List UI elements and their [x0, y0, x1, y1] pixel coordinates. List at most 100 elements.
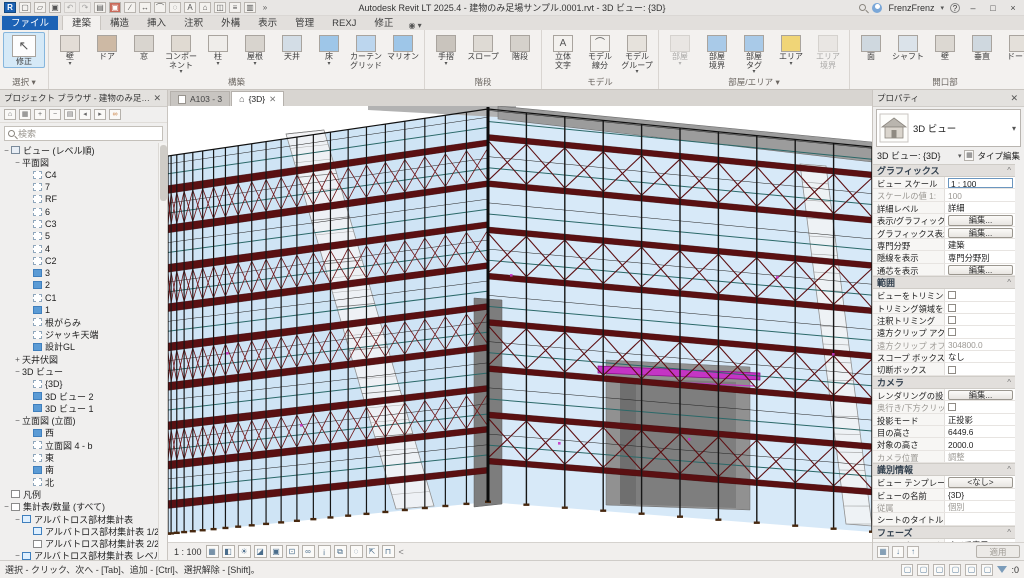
project-browser-title[interactable]: プロジェクト ブラウザ - 建物のみ足場サンプル.0001.rvt ✕ — [0, 90, 167, 107]
user-avatar-icon[interactable] — [872, 3, 882, 13]
temporary-hide-isolate-icon[interactable]: ∞ — [302, 545, 315, 558]
property-value[interactable]: なし — [945, 351, 1015, 362]
tree-item[interactable]: −アルバトロス部材集計表 — [0, 513, 167, 525]
tree-item[interactable]: −3D ビュー — [0, 365, 167, 377]
modify-options-icon[interactable]: ◉ ▾ — [408, 21, 421, 30]
collapse-icon[interactable]: ^ — [1007, 465, 1011, 474]
select-underlay-icon[interactable]: ▢ — [917, 564, 929, 576]
crop-view-icon[interactable]: ▣ — [270, 545, 283, 558]
ribbon-button-窓[interactable]: 窓 — [126, 32, 162, 63]
forward-icon[interactable]: ▸ — [94, 109, 106, 120]
tree-expander-icon[interactable]: − — [13, 367, 22, 376]
default-3d-view-icon[interactable]: ⌂ — [199, 2, 211, 13]
checkbox[interactable] — [948, 316, 956, 324]
view-control-collapse[interactable]: < — [399, 547, 404, 557]
tree-item[interactable]: 3D ビュー 2 — [0, 390, 167, 402]
open-icon[interactable]: ▱ — [34, 2, 46, 13]
collapse-icon[interactable]: ^ — [1007, 166, 1011, 175]
property-value[interactable]: 詳細 — [945, 202, 1015, 213]
user-name[interactable]: FrenzFrenz — [888, 3, 934, 13]
tab-挿入[interactable]: 挿入 — [138, 14, 175, 30]
tree-item[interactable]: 西 — [0, 427, 167, 439]
transfer-icon[interactable]: ▣ — [109, 2, 121, 13]
back-icon[interactable]: ◂ — [79, 109, 91, 120]
tree-item[interactable]: 2 — [0, 279, 167, 291]
views-icon[interactable]: ▦ — [19, 109, 31, 120]
ribbon-button-立体文字[interactable]: A立体 文字 — [545, 32, 581, 71]
browser-scrollbar[interactable] — [158, 143, 167, 560]
select-pinned-icon[interactable]: ▢ — [933, 564, 945, 576]
ribbon-button-床[interactable]: 床▾ — [311, 32, 347, 68]
property-value[interactable]: 調整 — [945, 451, 1015, 462]
shadows-icon[interactable]: ◪ — [254, 545, 267, 558]
tab-表示[interactable]: 表示 — [249, 14, 286, 30]
checkbox[interactable] — [948, 328, 956, 336]
tree-expander-icon[interactable]: + — [13, 355, 22, 364]
help-icon[interactable]: ? — [950, 3, 960, 13]
tree-item[interactable]: 3D ビュー 1 — [0, 402, 167, 414]
section-header-グラフィックス[interactable]: グラフィックス^ — [873, 164, 1015, 177]
collapse-icon[interactable]: ^ — [1007, 378, 1011, 387]
collapse-icon[interactable]: ^ — [1007, 528, 1011, 537]
section-header-フェーズ[interactable]: フェーズ^ — [873, 526, 1015, 539]
ribbon-button-垂直[interactable]: 垂直 — [964, 32, 1000, 63]
tree-item[interactable]: 3 — [0, 267, 167, 279]
ribbon-button-コンポーネント[interactable]: コンポー ネント▾ — [163, 32, 199, 76]
link-icon[interactable]: ∞ — [109, 109, 121, 120]
close-button[interactable]: × — [1006, 3, 1020, 13]
checkbox[interactable] — [948, 403, 956, 411]
hide-analytical-icon[interactable]: ◌ — [350, 545, 363, 558]
collapse-icon[interactable]: ^ — [1007, 278, 1011, 287]
tree-item[interactable]: −集計表/数量 (すべて) — [0, 501, 167, 513]
sort-ascending-icon[interactable]: ↓ — [892, 546, 904, 558]
ribbon-button-手摺[interactable]: 手摺▾ — [428, 32, 464, 68]
tree-item[interactable]: 5 — [0, 230, 167, 242]
tree-item[interactable]: 設計GL — [0, 341, 167, 353]
reveal-constraints-icon[interactable]: ⊓ — [382, 545, 395, 558]
edit-button[interactable]: 編集... — [948, 228, 1013, 238]
ribbon-button-壁[interactable]: 壁 — [927, 32, 963, 63]
displace-elements-icon[interactable]: ⇱ — [366, 545, 379, 558]
properties-title[interactable]: プロパティ ✕ — [873, 90, 1024, 107]
tree-item[interactable]: ジャッキ天端 — [0, 328, 167, 340]
tree-item[interactable]: C2 — [0, 255, 167, 267]
tree-item[interactable]: 7 — [0, 181, 167, 193]
ribbon-button-面[interactable]: 面 — [853, 32, 889, 63]
section-icon[interactable]: ◫ — [214, 2, 226, 13]
tree-expander-icon[interactable]: − — [13, 551, 22, 560]
modify-button[interactable]: ↖ 修正 — [3, 32, 45, 68]
tree-item[interactable]: −アルバトロス部材集計表 レベル別 — [0, 550, 167, 560]
ribbon-button-ドーマ[interactable]: ドーマ — [1001, 32, 1024, 63]
project-browser-close-icon[interactable]: ✕ — [151, 93, 163, 104]
text-icon[interactable]: A — [184, 2, 196, 13]
tree-item[interactable]: 立面図 4 - b — [0, 439, 167, 451]
close-windows-icon[interactable]: ▥ — [244, 2, 256, 13]
background-process-icon[interactable]: ▢ — [981, 564, 993, 576]
section-header-範囲[interactable]: 範囲^ — [873, 276, 1015, 289]
home-icon[interactable]: ⌂ — [4, 109, 16, 120]
more-icon[interactable]: » — [259, 2, 271, 13]
edit-button[interactable]: 編集... — [948, 390, 1013, 400]
edit-type-button[interactable]: タイプ編集 — [977, 150, 1020, 162]
zoom-icon[interactable]: ◌ — [169, 2, 181, 13]
ribbon-button-部屋タグ[interactable]: 部屋 タグ▾ — [736, 32, 772, 76]
tree-item[interactable]: C1 — [0, 292, 167, 304]
tree-item[interactable]: アルバトロス部材集計表 1/2 — [0, 525, 167, 537]
ribbon-button-ドア[interactable]: ドア — [89, 32, 125, 63]
edit-button[interactable]: 編集... — [948, 215, 1013, 225]
tab-修正[interactable]: 修正 — [365, 14, 402, 30]
ribbon-button-部屋境界[interactable]: 部屋 境界 — [699, 32, 735, 71]
tree-expander-icon[interactable]: − — [2, 502, 11, 511]
property-value[interactable]: 6449.6 — [945, 426, 1015, 437]
panel-label-部屋/エリア[interactable]: 部屋/エリア ▾ — [659, 77, 849, 89]
tree-item[interactable]: C4 — [0, 169, 167, 181]
ribbon-button-シャフト[interactable]: シャフト — [890, 32, 926, 63]
tab-構造[interactable]: 構造 — [101, 14, 138, 30]
tree-item[interactable]: 凡例 — [0, 488, 167, 500]
tab-管理[interactable]: 管理 — [286, 14, 323, 30]
property-value[interactable]: 専門分野別 — [945, 251, 1015, 262]
ribbon-button-天井[interactable]: 天井 — [274, 32, 310, 63]
tree-item[interactable]: −平面図 — [0, 156, 167, 168]
section-header-識別情報[interactable]: 識別情報^ — [873, 463, 1015, 476]
ribbon-button-カーテングリッド[interactable]: カーテン グリッド — [348, 32, 384, 71]
